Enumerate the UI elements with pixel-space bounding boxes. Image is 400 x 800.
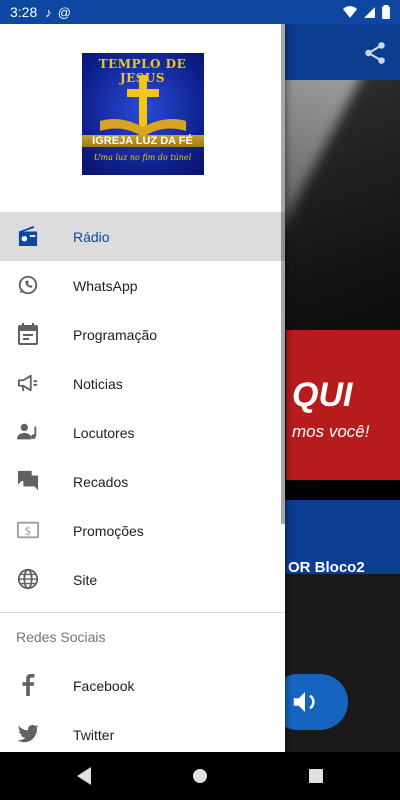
menu-item-locutores[interactable]: Locutores	[0, 408, 285, 457]
menu-item-recados[interactable]: Recados	[0, 457, 285, 506]
menu-item-radio[interactable]: Rádio	[0, 212, 285, 261]
menu-item-whatsapp[interactable]: WhatsApp	[0, 261, 285, 310]
svg-text:$: $	[25, 525, 32, 538]
banner-text: QUI	[292, 376, 353, 414]
recents-icon[interactable]	[304, 764, 328, 788]
twitter-icon	[16, 722, 40, 746]
social-section-title: Redes Sociais	[16, 629, 106, 645]
logo-middle-text: IGREJA LUZ DA FÉ	[81, 135, 204, 147]
radio-icon	[16, 224, 40, 248]
status-bar: 3:28 ♪ @	[0, 0, 400, 24]
money-icon: $	[16, 518, 40, 542]
drawer-scrollbar[interactable]	[281, 24, 285, 524]
menu-item-label: Recados	[73, 473, 129, 490]
drawer-header: TEMPLO DE JESUS IGREJA LUZ DA FÉ Uma luz…	[0, 24, 285, 204]
menu-item-label: Site	[73, 571, 98, 588]
drawer-menu: Rádio WhatsApp Programação Noticias Locu…	[0, 212, 285, 604]
person-voice-icon	[16, 420, 40, 444]
calendar-icon	[16, 322, 40, 346]
menu-item-programacao[interactable]: Programação	[0, 310, 285, 359]
chat-icon	[16, 469, 40, 493]
navigation-drawer: TEMPLO DE JESUS IGREJA LUZ DA FÉ Uma luz…	[0, 24, 285, 752]
volume-icon	[293, 692, 315, 712]
station-logo: TEMPLO DE JESUS IGREJA LUZ DA FÉ Uma luz…	[81, 53, 204, 175]
now-playing-text: OR Bloco2	[288, 559, 365, 576]
menu-item-label: Programação	[73, 326, 158, 343]
home-icon[interactable]	[188, 764, 212, 788]
menu-item-label: Locutores	[73, 424, 135, 441]
globe-icon	[16, 567, 40, 591]
menu-item-label: Noticias	[73, 375, 123, 392]
menu-item-label: Promoções	[73, 522, 144, 539]
menu-item-label: WhatsApp	[73, 277, 138, 294]
status-time: 3:28	[10, 4, 38, 20]
menu-item-twitter[interactable]: Twitter	[0, 710, 285, 752]
music-note-icon: ♪	[45, 4, 52, 20]
facebook-icon	[16, 673, 40, 697]
signal-icon	[364, 6, 375, 18]
at-sign-icon: @	[57, 4, 71, 20]
back-icon[interactable]	[72, 764, 96, 788]
menu-item-facebook[interactable]: Facebook	[0, 661, 285, 710]
menu-item-label: Rádio	[73, 228, 110, 245]
menu-item-noticias[interactable]: Noticias	[0, 359, 285, 408]
megaphone-icon	[16, 371, 40, 395]
social-menu: Facebook Twitter	[0, 661, 285, 752]
share-icon[interactable]	[362, 40, 388, 66]
menu-item-promocoes[interactable]: $ Promoções	[0, 506, 285, 555]
wifi-icon	[343, 6, 357, 18]
menu-item-label: Twitter	[73, 726, 115, 743]
menu-item-label: Facebook	[73, 677, 135, 694]
battery-icon	[382, 5, 390, 19]
logo-bottom-text: Uma luz no fim do túnel	[93, 153, 192, 162]
whatsapp-icon	[16, 273, 40, 297]
banner-subtext: mos você!	[292, 422, 370, 441]
system-navigation-bar	[0, 752, 400, 800]
menu-item-site[interactable]: Site	[0, 555, 285, 604]
